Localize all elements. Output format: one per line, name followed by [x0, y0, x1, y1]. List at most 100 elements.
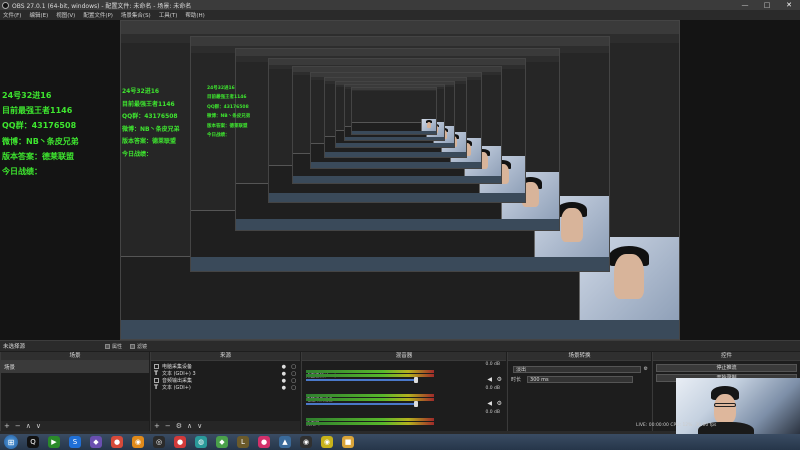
menu-profile[interactable]: 配置文件(P): [83, 11, 113, 19]
photo-app-icon[interactable]: ▲: [279, 436, 291, 448]
minimize-button[interactable]: —: [734, 0, 756, 10]
obs-window: OBS 27.0.1 (64-bit, windows) - 配置文件: 未命名…: [0, 0, 800, 450]
duration-input[interactable]: 300 ms: [527, 375, 634, 383]
person-face: [714, 394, 736, 424]
scenes-toolbar: + − ∧ ∨: [1, 421, 149, 431]
menu-view[interactable]: 视图(V): [56, 11, 75, 19]
remove-scene-button[interactable]: −: [15, 422, 21, 430]
stop-streaming-button[interactable]: 停止推流: [656, 364, 797, 372]
overlay-line: QQ群：43176508: [2, 121, 77, 131]
volume-slider-handle[interactable]: [414, 401, 418, 407]
frame-task: [293, 176, 501, 183]
overlay-line: 24号32进16: [207, 86, 235, 91]
obs-logo-icon: [2, 1, 9, 9]
properties-button[interactable]: 属性: [105, 343, 122, 350]
title-bar: OBS 27.0.1 (64-bit, windows) - 配置文件: 未命名…: [0, 0, 800, 10]
source-item[interactable]: T 文本 (GDI+) ● ▢: [151, 384, 300, 392]
pink-app-icon[interactable]: ●: [258, 436, 270, 448]
gear-icon[interactable]: ⚙: [497, 400, 502, 407]
speaker-icon[interactable]: ◀: [487, 400, 492, 407]
glasses-icon: [714, 403, 736, 407]
visibility-eye-icon[interactable]: ●: [282, 378, 286, 384]
move-down-button[interactable]: ∨: [197, 422, 202, 430]
text-icon: T: [154, 370, 159, 377]
remove-source-button[interactable]: −: [165, 422, 171, 430]
transitions-dock: 场景转换 淡出 ⚙ 时长 300 ms: [507, 352, 651, 431]
sources-dock: 来源 电脑采集设备 ● ▢ T 文本 (GDI+) 3 ● ▢ 音频输出采集 ●…: [150, 352, 300, 431]
close-button[interactable]: ✕: [778, 0, 800, 10]
menu-tools[interactable]: 工具(T): [159, 11, 178, 19]
filters-button[interactable]: 滤镜: [130, 343, 147, 350]
overlay-text-mirror: 24号32进16 目前最强王者1146 QQ群：43176508 微博：NB丶条…: [122, 86, 180, 162]
chrome-app-icon[interactable]: ●: [111, 436, 123, 448]
frame-task: [236, 219, 559, 230]
volume-slider[interactable]: [306, 403, 416, 405]
visibility-eye-icon[interactable]: ●: [282, 385, 286, 391]
visibility-eye-icon[interactable]: ●: [282, 364, 286, 370]
volume-slider[interactable]: [306, 379, 416, 381]
source-item[interactable]: 音频输出采集 ● ▢: [151, 377, 300, 384]
speaker-icon[interactable]: ◀: [487, 376, 492, 383]
preview-canvas[interactable]: 24号32进16 目前最强王者1146 QQ群：43176508 微博：NB丶条…: [0, 20, 800, 340]
source-toolbar: 未选择源 属性 滤镜: [0, 340, 800, 351]
source-item[interactable]: T 文本 (GDI+) 3 ● ▢: [151, 370, 300, 378]
sources-list: 电脑采集设备 ● ▢ T 文本 (GDI+) 3 ● ▢ 音频输出采集 ● ▢ …: [151, 361, 300, 421]
orange-app-icon[interactable]: ◉: [132, 436, 144, 448]
teal-app-icon[interactable]: ◍: [195, 436, 207, 448]
source-settings-button[interactable]: ⚙: [176, 422, 182, 430]
s-app-icon[interactable]: S: [69, 436, 81, 448]
move-up-button[interactable]: ∧: [26, 422, 31, 430]
gear-icon: [105, 343, 111, 349]
overlay-line: 今日战绩：: [2, 166, 42, 176]
menu-help[interactable]: 帮助(H): [185, 11, 204, 19]
add-source-button[interactable]: +: [154, 422, 160, 430]
lock-icon[interactable]: ▢: [291, 371, 296, 377]
volume-slider-handle[interactable]: [414, 377, 418, 383]
overlay-line: 版本答案：德莱联盟: [207, 123, 248, 129]
source-name: 文本 (GDI+): [162, 385, 191, 391]
lock-icon[interactable]: ▢: [291, 385, 296, 391]
maximize-button[interactable]: □: [756, 0, 778, 10]
yellow-app-icon[interactable]: ◉: [321, 436, 333, 448]
camera-app-icon[interactable]: ◎: [153, 436, 165, 448]
frame-menu: [352, 89, 436, 92]
frame-task: [269, 193, 525, 202]
wizard-app-icon[interactable]: ◆: [90, 436, 102, 448]
overlay-line: 微博：NB丶条皮兄弟: [207, 114, 251, 120]
frame-title: [236, 49, 559, 57]
video-app-icon[interactable]: ▶: [48, 436, 60, 448]
gear-icon[interactable]: ⚙: [644, 366, 648, 372]
visibility-eye-icon[interactable]: ●: [282, 371, 286, 377]
scene-item[interactable]: 场景: [1, 361, 149, 373]
menu-scene-collection[interactable]: 场景集合(S): [121, 11, 151, 19]
lock-icon[interactable]: ▢: [291, 364, 296, 370]
frame-task: [311, 162, 481, 168]
text-icon: T: [154, 384, 159, 391]
lock-icon[interactable]: ▢: [291, 378, 296, 384]
start-button[interactable]: ⊞: [4, 435, 18, 449]
source-item[interactable]: 电脑采集设备 ● ▢: [151, 363, 300, 370]
red-app-icon[interactable]: ●: [174, 436, 186, 448]
move-up-button[interactable]: ∧: [187, 422, 192, 430]
transition-select[interactable]: 淡出: [513, 365, 641, 373]
level-meter: [306, 422, 434, 425]
frame-task: [191, 256, 609, 271]
league-app-icon[interactable]: L: [237, 436, 249, 448]
frame-title: [191, 37, 609, 47]
menu-file[interactable]: 文件(F): [3, 11, 21, 19]
qq-app-icon[interactable]: Q: [27, 436, 39, 448]
overlay-text: 24号32进16 目前最强王者1146 QQ群：43176508 微博：NB丶条…: [2, 88, 79, 179]
frame-task: [121, 319, 679, 339]
move-down-button[interactable]: ∨: [36, 422, 41, 430]
mixer-channel: 电脑采集设备 0.0 dB ◀ ⚙: [302, 385, 506, 409]
menu-edit[interactable]: 编辑(E): [29, 11, 48, 19]
green-app-icon[interactable]: ◆: [216, 436, 228, 448]
add-scene-button[interactable]: +: [4, 422, 10, 430]
channel-db: 0.0 dB: [485, 362, 500, 367]
gear-icon[interactable]: ⚙: [497, 376, 502, 383]
transition-type-row: 淡出 ⚙: [508, 364, 651, 374]
folder-app-icon[interactable]: ■: [342, 436, 354, 448]
taskbar-apps: Q ▶ S ◆ ● ◉ ◎ ● ◍ ◆ L ● ▲ ◉ ◉ ■: [18, 436, 354, 448]
obs-app-icon[interactable]: ◉: [300, 436, 312, 448]
overlay-text-mirror: 24号32进16 目前最强王者1146 QQ群：43176508 微博：NB丶条…: [207, 84, 250, 141]
